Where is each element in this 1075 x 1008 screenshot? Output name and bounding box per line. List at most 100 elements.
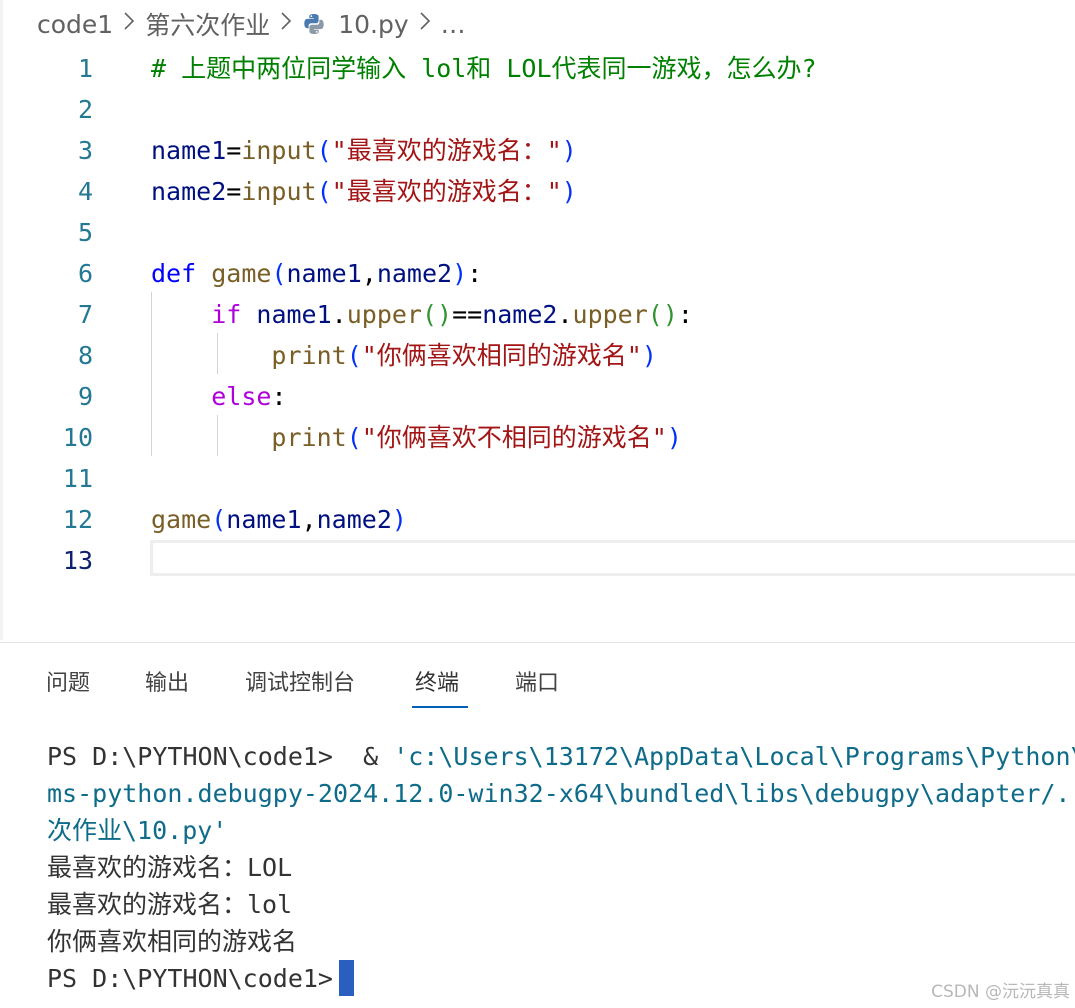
terminal[interactable]: PS D:\PYTHON\code1> & 'c:\Users\13172\Ap…: [47, 738, 1075, 997]
code-token: ,: [301, 505, 317, 534]
tab-output[interactable]: 输出: [145, 669, 189, 699]
code-token: (): [421, 300, 453, 329]
breadcrumb-file[interactable]: 10.py: [338, 10, 408, 39]
code-token: upper: [572, 300, 648, 329]
panel-divider: [0, 642, 1075, 643]
code-token: name1: [286, 259, 362, 288]
code-text: def game(name1,name2):: [151, 253, 482, 294]
code-token: :: [271, 382, 287, 411]
chevron-right-icon: [280, 11, 292, 37]
line-number: 9: [77, 382, 93, 411]
code-token: upper: [346, 300, 422, 329]
tab-problems[interactable]: 问题: [46, 669, 90, 699]
terminal-prompt: PS D:\PYTHON\code1> &: [47, 742, 394, 771]
code-token: game: [211, 259, 272, 288]
terminal-line: ms-python.debugpy-2024.12.0-win32-x64\bu…: [47, 775, 1075, 812]
code-text: print("你俩喜欢不相同的游戏名"): [151, 417, 682, 458]
code-text: game(name1,name2): [151, 499, 407, 540]
code-token: :: [677, 300, 693, 329]
terminal-line: 你俩喜欢相同的游戏名: [47, 923, 1075, 960]
code-token: (: [316, 136, 332, 165]
code-token: name1: [151, 136, 227, 165]
code-token: "你俩喜欢相同的游戏名": [361, 341, 642, 370]
code-line[interactable]: 6 def game(name1,name2):: [0, 253, 1075, 294]
code-line[interactable]: 10 print("你俩喜欢不相同的游戏名"): [0, 417, 1075, 458]
code-token: (: [346, 341, 362, 370]
code-token: print: [271, 341, 347, 370]
code-line[interactable]: 1 # 上题中两位同学输入 lol和 LOL代表同一游戏，怎么办?: [0, 48, 1075, 89]
line-number: 7: [77, 300, 93, 329]
code-line[interactable]: 8 print("你俩喜欢相同的游戏名"): [0, 335, 1075, 376]
line-number: 1: [77, 54, 93, 83]
code-token: (: [346, 423, 362, 452]
code-line[interactable]: 4 name2=input("最喜欢的游戏名："): [0, 171, 1075, 212]
line-number: 2: [77, 95, 93, 124]
code-token: ): [666, 423, 682, 452]
code-line[interactable]: 2: [0, 89, 1075, 130]
code-token: name1: [226, 505, 302, 534]
terminal-output: 你俩喜欢相同的游戏名: [47, 927, 298, 956]
code-token: "最喜欢的游戏名：": [331, 136, 562, 165]
active-tab-indicator: [412, 706, 468, 708]
code-line[interactable]: 5: [0, 212, 1075, 253]
code-token: (): [647, 300, 678, 329]
code-text: name1=input("最喜欢的游戏名："): [151, 130, 577, 171]
code-token: name1: [256, 300, 332, 329]
code-line[interactable]: 12 game(name1,name2): [0, 499, 1075, 540]
line-number: 10: [62, 423, 93, 452]
terminal-command: ms-python.debugpy-2024.12.0-win32-x64\bu…: [47, 779, 1075, 808]
code-token: .: [557, 300, 573, 329]
code-token: =: [226, 177, 242, 206]
python-icon: [302, 12, 326, 36]
code-token: input: [241, 177, 317, 206]
chevron-right-icon: [419, 11, 431, 37]
code-token: # 上题中两位同学输入 lol和 LOL代表同一游戏，怎么办?: [151, 54, 817, 83]
line-number: 6: [77, 259, 93, 288]
terminal-output: 最喜欢的游戏名：LOL: [47, 853, 293, 882]
code-token: .: [331, 300, 347, 329]
panel-tabs: 问题 输出 调试控制台 终端 端口: [0, 655, 1075, 715]
code-line[interactable]: 9 else:: [0, 376, 1075, 417]
code-token: ): [561, 136, 577, 165]
breadcrumb-more[interactable]: …: [441, 10, 466, 39]
breadcrumb-subfolder[interactable]: 第六次作业: [145, 6, 270, 42]
code-token: print: [271, 423, 347, 452]
breadcrumb-folder[interactable]: code1: [37, 10, 113, 39]
line-number: 11: [62, 464, 93, 493]
code-token: (: [271, 259, 287, 288]
code-token: def: [151, 259, 197, 288]
code-line[interactable]: 11: [0, 458, 1075, 499]
code-token: input: [241, 136, 317, 165]
tab-terminal[interactable]: 终端: [415, 669, 459, 699]
code-token: ,: [361, 259, 377, 288]
tab-ports[interactable]: 端口: [515, 669, 559, 699]
line-number: 12: [62, 505, 93, 534]
code-text: print("你俩喜欢相同的游戏名"): [151, 335, 657, 376]
code-line[interactable]: 7 if name1.upper()==name2.upper():: [0, 294, 1075, 335]
code-line[interactable]: 13: [0, 540, 1075, 581]
terminal-line: PS D:\PYTHON\code1>: [47, 960, 1075, 997]
code-editor[interactable]: 1 # 上题中两位同学输入 lol和 LOL代表同一游戏，怎么办? 2 3 name1=…: [0, 48, 1075, 642]
code-text: if name1.upper()==name2.upper():: [151, 294, 693, 335]
tab-debug-console[interactable]: 调试控制台: [245, 669, 355, 699]
line-number: 4: [77, 177, 93, 206]
line-number: 8: [77, 341, 93, 370]
terminal-cursor: [338, 960, 354, 996]
line-number: 3: [77, 136, 93, 165]
terminal-prompt: PS D:\PYTHON\code1>: [47, 964, 333, 993]
code-token: ): [452, 259, 468, 288]
terminal-line: PS D:\PYTHON\code1> & 'c:\Users\13172\Ap…: [47, 738, 1075, 775]
code-token: "你俩喜欢不相同的游戏名": [361, 423, 667, 452]
code-line[interactable]: 3 name1=input("最喜欢的游戏名："): [0, 130, 1075, 171]
terminal-command: 'c:\Users\13172\AppData\Local\Programs\P…: [393, 742, 1075, 771]
chevron-right-icon: [123, 11, 135, 37]
code-token: "最喜欢的游戏名：": [331, 177, 562, 206]
code-token: if: [211, 300, 242, 329]
terminal-line: 最喜欢的游戏名：LOL: [47, 849, 1075, 886]
